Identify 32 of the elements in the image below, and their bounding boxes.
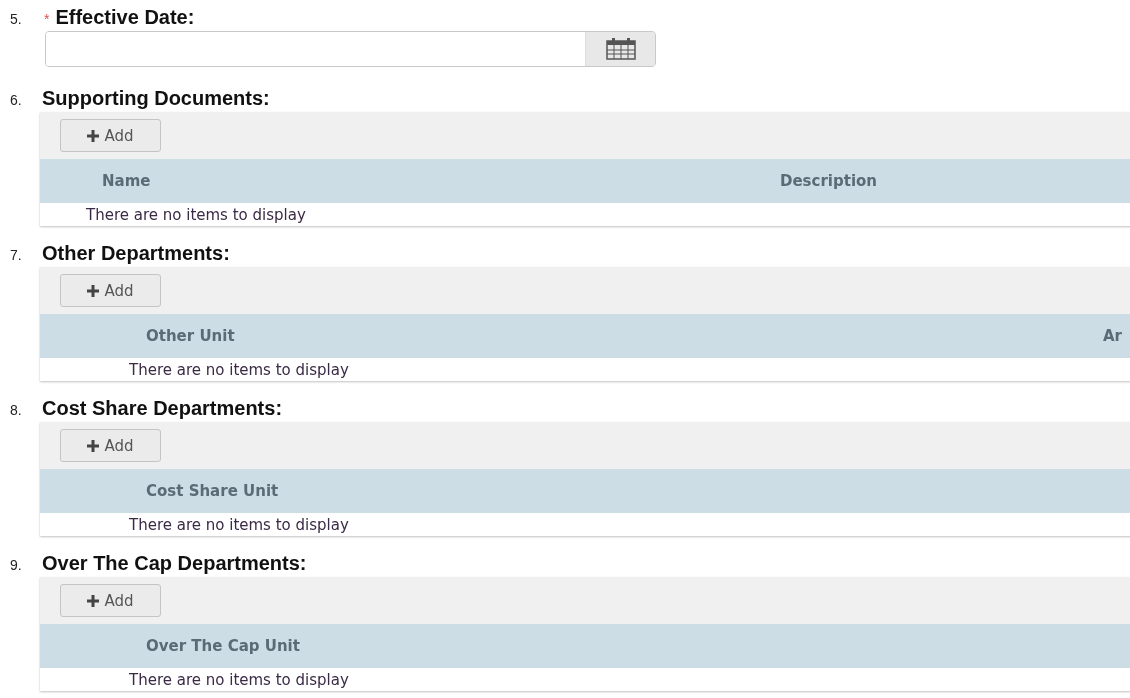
column-header: Description — [780, 172, 878, 190]
empty-message: There are no items to display — [129, 360, 349, 379]
date-field[interactable] — [45, 31, 656, 67]
empty-message: There are no items to display — [86, 205, 306, 224]
plus-icon — [87, 594, 100, 607]
question-number: 5. — [10, 11, 23, 27]
question-number: 6. — [10, 92, 23, 108]
column-header: Over The Cap Unit — [146, 637, 300, 655]
plus-icon — [87, 439, 100, 452]
add-button[interactable]: Add — [60, 429, 161, 462]
empty-message: There are no items to display — [129, 515, 349, 534]
question-number: 7. — [10, 247, 23, 263]
question-title: Effective Date: — [55, 6, 195, 29]
column-header: Ar — [1103, 327, 1122, 345]
column-header: Name — [102, 172, 151, 190]
question-title: Over The Cap Departments: — [42, 552, 307, 575]
calendar-button[interactable] — [585, 32, 655, 66]
add-button[interactable]: Add — [60, 119, 161, 152]
column-header: Cost Share Unit — [146, 482, 279, 500]
empty-message: There are no items to display — [129, 670, 349, 689]
column-header: Other Unit — [146, 327, 235, 345]
required-mark: * — [44, 11, 50, 27]
calendar-icon — [605, 38, 636, 60]
plus-icon — [87, 129, 100, 142]
question-title: Supporting Documents: — [42, 87, 270, 110]
question-number: 8. — [10, 402, 23, 418]
question-number: 9. — [10, 557, 23, 573]
question-title: Other Departments: — [42, 242, 230, 265]
add-button[interactable]: Add — [60, 584, 161, 617]
question-title: Cost Share Departments: — [42, 397, 283, 420]
plus-icon — [87, 284, 100, 297]
add-button[interactable]: Add — [60, 274, 161, 307]
